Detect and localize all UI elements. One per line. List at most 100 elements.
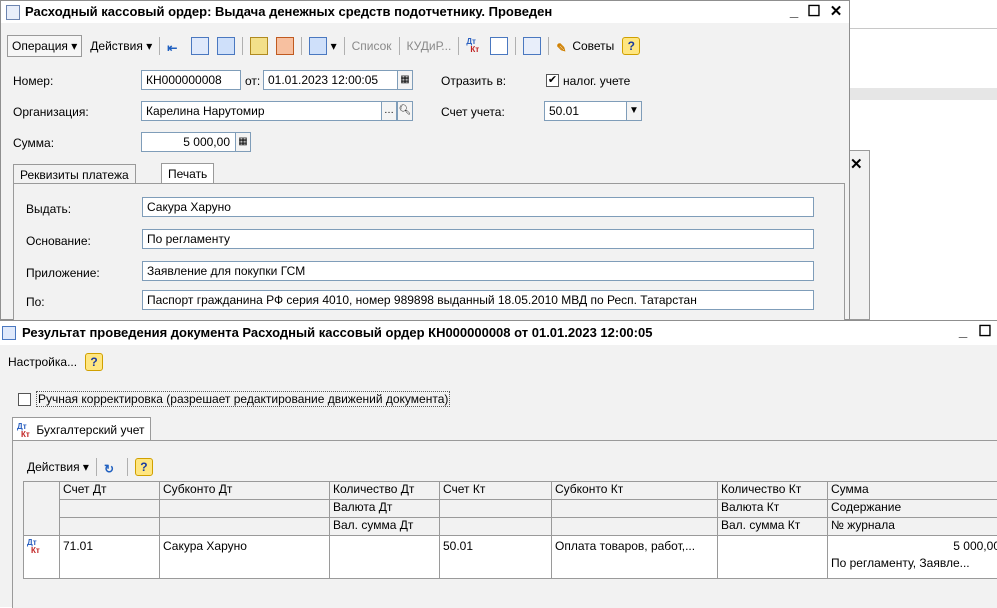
table-row[interactable]: Дт Кт 71.01 Сакура Харуно 50.01 Оплата т…: [24, 536, 997, 557]
organization-value: Карелина Нарутомир: [146, 104, 265, 118]
header-empty: [440, 500, 552, 518]
dropdown-arrow-icon[interactable]: ▼: [626, 101, 642, 121]
tips-icon: ✎: [556, 38, 572, 54]
account-field[interactable]: 50.01 ▼: [544, 101, 642, 121]
result-maximize-icon[interactable]: ☐: [974, 321, 996, 343]
header-debit-currency[interactable]: Валюта Дт: [330, 500, 440, 518]
number-field[interactable]: КН000000008: [141, 70, 241, 90]
maximize-icon[interactable]: ☐: [803, 1, 825, 23]
header-credit-subconto[interactable]: Субконто Кт: [552, 482, 718, 500]
result-toolbar: Настройка... ?: [4, 352, 107, 372]
tab-print[interactable]: Печать: [161, 163, 214, 184]
organization-field[interactable]: Карелина Нарутомир … 🔍︎: [141, 101, 413, 121]
header-journal[interactable]: № журнала: [828, 518, 997, 536]
header-credit-cur-sum[interactable]: Вал. сумма Кт: [718, 518, 828, 536]
posting-result-icon: [2, 326, 16, 340]
table-header-row-2: Валюта Дт Валюта Кт Содержание: [24, 500, 997, 518]
help-icon: ?: [622, 37, 640, 55]
refresh-icon: ↻: [104, 459, 120, 475]
tax-checkbox[interactable]: ✔: [546, 74, 559, 87]
tax-label: налог. учете: [563, 74, 630, 88]
search-icon[interactable]: 🔍︎: [397, 101, 413, 121]
header-content[interactable]: Содержание: [828, 500, 997, 518]
tab-accounting[interactable]: Дт Кт Бухгалтерский учет: [12, 417, 151, 441]
minimize-icon[interactable]: _: [783, 1, 805, 23]
header-debit-cur-sum[interactable]: Вал. сумма Дт: [330, 518, 440, 536]
from-label: от:: [245, 74, 260, 88]
header-credit-currency[interactable]: Валюта Кт: [718, 500, 828, 518]
create-based-icon: [309, 37, 327, 55]
basis-field[interactable]: По регламенту: [142, 229, 814, 249]
grid-actions-button[interactable]: Действия ▾: [23, 457, 93, 477]
date-value: 01.01.2023 12:00:05: [268, 73, 378, 87]
calendar-icon[interactable]: ▦: [397, 70, 413, 90]
unpost-button[interactable]: [272, 36, 298, 56]
dtkt-button[interactable]: Дт Кт: [462, 36, 486, 56]
manual-correction-checkbox[interactable]: [18, 393, 31, 406]
result-minimize-icon[interactable]: _: [952, 321, 974, 343]
tab-payment-details[interactable]: Реквизиты платежа: [13, 164, 136, 184]
operation-button[interactable]: Операция ▾: [7, 35, 82, 57]
grid-refresh-button[interactable]: ↻: [100, 457, 124, 477]
postings-table: Счет Дт Субконто Дт Количество Дт Счет К…: [23, 481, 997, 579]
view-button[interactable]: [187, 36, 213, 56]
calculator-icon[interactable]: ▦: [235, 132, 251, 152]
cell-debit-qty[interactable]: [330, 536, 440, 579]
select-ellipsis-icon[interactable]: …: [381, 101, 397, 121]
document-window: Расходный кассовый ордер: Выдача денежны…: [0, 0, 850, 320]
kud-button[interactable]: КУДиР...: [403, 36, 456, 56]
settings-button[interactable]: Настройка...: [4, 352, 81, 372]
header-empty: [160, 500, 330, 518]
close-icon[interactable]: ✕: [825, 1, 847, 23]
document-title: Расходный кассовый ордер: Выдача денежны…: [25, 1, 552, 23]
number-label: Номер:: [13, 74, 53, 88]
report-icon: [490, 37, 508, 55]
create-based-button[interactable]: ▾: [305, 36, 340, 56]
help-button[interactable]: ?: [618, 36, 644, 56]
organization-label: Организация:: [13, 105, 89, 119]
sum-field[interactable]: 5 000,00 ▦: [141, 132, 251, 152]
header-icon-cell: [24, 482, 60, 536]
refresh-button[interactable]: [213, 36, 239, 56]
attachment-label: Приложение:: [26, 266, 100, 280]
grid-help-button[interactable]: ?: [131, 457, 157, 477]
cell-credit-subconto[interactable]: Оплата товаров, работ,...: [552, 536, 718, 579]
list-button[interactable]: Список: [348, 36, 396, 56]
header-debit-qty[interactable]: Количество Дт: [330, 482, 440, 500]
accounting-pane: Действия ▾ ↻ ? Счет Дт Субконто Дт Колич…: [12, 440, 997, 608]
background-close-icon[interactable]: ✕: [850, 155, 863, 173]
header-sum[interactable]: Сумма: [828, 482, 997, 500]
cell-credit-account[interactable]: 50.01: [440, 536, 552, 579]
result-window: Результат проведения документа Расходный…: [0, 320, 997, 607]
reflect-label: Отразить в:: [441, 74, 506, 88]
header-credit-qty[interactable]: Количество Кт: [718, 482, 828, 500]
tips-button[interactable]: ✎ Советы: [552, 36, 618, 56]
header-empty: [440, 518, 552, 536]
header-credit-account[interactable]: Счет Кт: [440, 482, 552, 500]
header-debit-subconto[interactable]: Субконто Дт: [160, 482, 330, 500]
structure-button[interactable]: [519, 36, 545, 56]
header-debit-account[interactable]: Счет Дт: [60, 482, 160, 500]
document-title-bar: Расходный кассовый ордер: Выдача денежны…: [1, 1, 849, 23]
cell-sum[interactable]: 5 000,00: [828, 536, 997, 557]
cell-content[interactable]: По регламенту, Заявле...: [828, 556, 997, 579]
post-button[interactable]: [246, 36, 272, 56]
tips-label: Советы: [572, 36, 614, 56]
cell-credit-qty[interactable]: [718, 536, 828, 579]
cell-debit-account[interactable]: 71.01: [60, 536, 160, 579]
report-button[interactable]: [486, 36, 512, 56]
date-field[interactable]: 01.01.2023 12:00:05 ▦: [263, 70, 413, 90]
grid-help-icon: ?: [135, 458, 153, 476]
sum-value: 5 000,00: [183, 135, 230, 149]
structure-icon: [523, 37, 541, 55]
actions-button[interactable]: Действия ▾: [86, 36, 156, 56]
account-value: 50.01: [549, 104, 579, 118]
result-help-button[interactable]: ?: [81, 352, 107, 372]
issue-field[interactable]: Сакура Харуно: [142, 197, 814, 217]
move-back-button[interactable]: ⇤: [163, 36, 187, 56]
cell-debit-subconto[interactable]: Сакура Харуно: [160, 536, 330, 579]
header-empty: [552, 518, 718, 536]
attachment-field[interactable]: Заявление для покупки ГСМ: [142, 261, 814, 281]
grid-actions-label: Действия: [27, 457, 80, 477]
by-field[interactable]: Паспорт гражданина РФ серия 4010, номер …: [142, 290, 814, 310]
